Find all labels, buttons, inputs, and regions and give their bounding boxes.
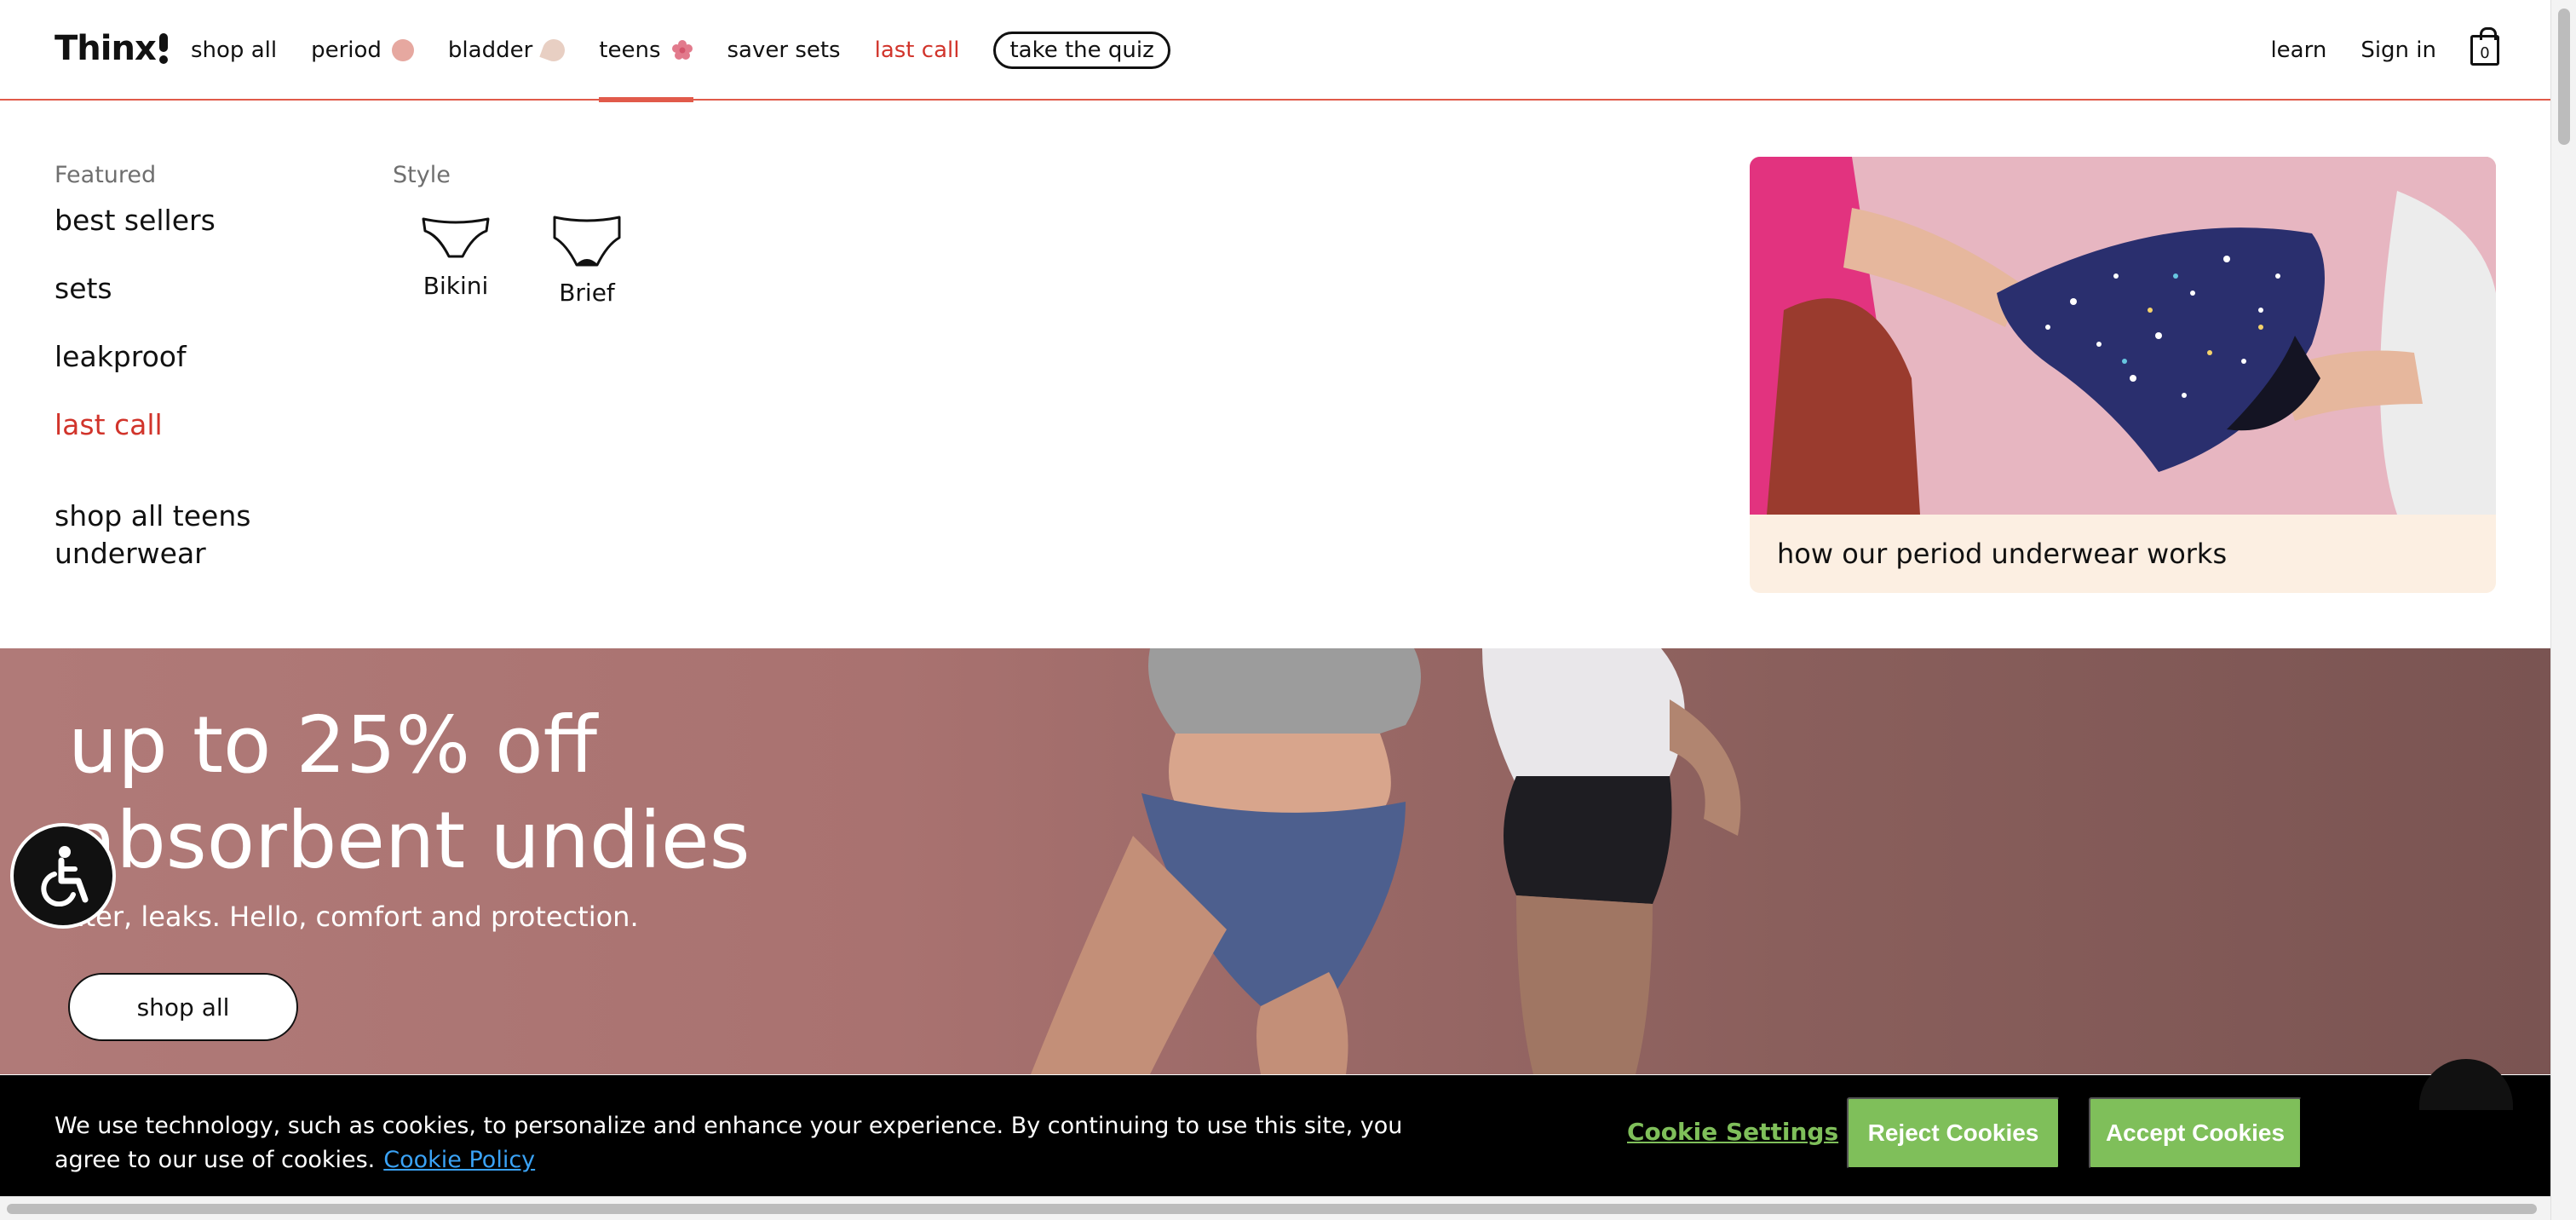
cart-bag-icon[interactable]: 0	[2470, 27, 2499, 66]
models-photo	[1031, 648, 1741, 1074]
shop-all-teens-link[interactable]: shop all teens underwear	[55, 498, 259, 573]
featured-column: Featured best sellers sets leakproof las…	[55, 162, 259, 607]
nav-period[interactable]: period	[311, 0, 414, 101]
nav-teens[interactable]: teens	[599, 0, 693, 102]
thinx-logo[interactable]: Thinx	[55, 29, 168, 68]
hero-title: up to 25% off absorbent undies	[68, 698, 835, 889]
cookie-settings-button[interactable]: Cookie Settings	[1627, 1118, 1838, 1146]
hands-holding-underwear-image	[1750, 157, 2496, 515]
vertical-scroll-thumb[interactable]	[2558, 9, 2570, 145]
cookie-policy-link[interactable]: Cookie Policy	[383, 1147, 535, 1173]
logo-mark-icon	[158, 33, 168, 64]
sets-link[interactable]: sets	[55, 272, 259, 305]
horizontal-scroll-thumb[interactable]	[7, 1204, 2537, 1214]
feature-image	[1750, 157, 2496, 515]
nav-last-call[interactable]: last call	[875, 0, 960, 101]
horizontal-scrollbar[interactable]	[0, 1196, 2550, 1220]
hero-shop-all-button[interactable]: shop all	[68, 973, 298, 1041]
hero-title-line1: up to 25% off	[68, 699, 597, 791]
flower-icon	[671, 40, 693, 60]
hero-subtitle: ater, leaks. Hello, comfort and protecti…	[68, 901, 639, 933]
cookie-message: We use technology, such as cookies, to p…	[55, 1109, 1452, 1177]
logo-text: Thinx	[55, 29, 157, 68]
take-the-quiz-button[interactable]: take the quiz	[993, 32, 1170, 69]
droplet-icon	[539, 36, 568, 65]
nav-shop-all[interactable]: shop all	[191, 0, 277, 101]
feature-caption: how our period underwear works	[1777, 538, 2228, 570]
style-label: Brief	[559, 279, 615, 307]
nav-label: teens	[599, 37, 661, 63]
style-bikini[interactable]: Bikini	[420, 212, 492, 307]
cookie-banner: We use technology, such as cookies, to p…	[0, 1075, 2550, 1196]
style-column: Style Bikini Brief	[393, 162, 623, 307]
nav-bladder[interactable]: bladder	[447, 0, 568, 101]
bikini-underwear-icon	[422, 217, 490, 258]
reject-cookies-button[interactable]: Reject Cookies	[1847, 1097, 2060, 1169]
sign-in-link[interactable]: Sign in	[2360, 37, 2436, 63]
vertical-scrollbar[interactable]	[2550, 0, 2576, 1220]
nav-label: last call	[874, 37, 960, 63]
top-navigation: Thinx shop all period bladder teens save…	[0, 0, 2550, 102]
hero-banner: up to 25% off absorbent undies ater, lea…	[0, 648, 2550, 1074]
feature-card[interactable]: how our period underwear works	[1750, 157, 2496, 593]
style-brief[interactable]: Brief	[551, 212, 623, 307]
peach-circle-icon	[391, 39, 414, 61]
nav-label: saver sets	[727, 37, 841, 63]
best-sellers-link[interactable]: best sellers	[55, 204, 259, 237]
main-menu: shop all period bladder teens saver sets…	[191, 0, 1170, 102]
learn-link[interactable]: learn	[2270, 37, 2326, 63]
brief-underwear-icon	[553, 216, 621, 267]
leakproof-link[interactable]: leakproof	[55, 340, 259, 373]
accessibility-icon[interactable]	[10, 823, 116, 929]
account-menu: learn Sign in 0	[2270, 0, 2499, 101]
style-list: Bikini Brief	[393, 212, 623, 307]
cart-count: 0	[2480, 44, 2490, 62]
hero-title-line2: absorbent undies	[68, 795, 750, 886]
teens-mega-menu: Featured best sellers sets leakproof las…	[0, 102, 2550, 647]
style-heading: Style	[393, 162, 451, 188]
nav-saver-sets[interactable]: saver sets	[727, 0, 841, 101]
nav-label: bladder	[447, 37, 533, 63]
last-call-link[interactable]: last call	[55, 408, 259, 441]
featured-heading: Featured	[55, 162, 157, 188]
nav-label: shop all	[191, 37, 278, 63]
style-label: Bikini	[423, 272, 489, 300]
nav-label: period	[311, 37, 382, 63]
cookie-text: We use technology, such as cookies, to p…	[55, 1113, 1403, 1173]
accept-cookies-button[interactable]: Accept Cookies	[2089, 1097, 2302, 1169]
